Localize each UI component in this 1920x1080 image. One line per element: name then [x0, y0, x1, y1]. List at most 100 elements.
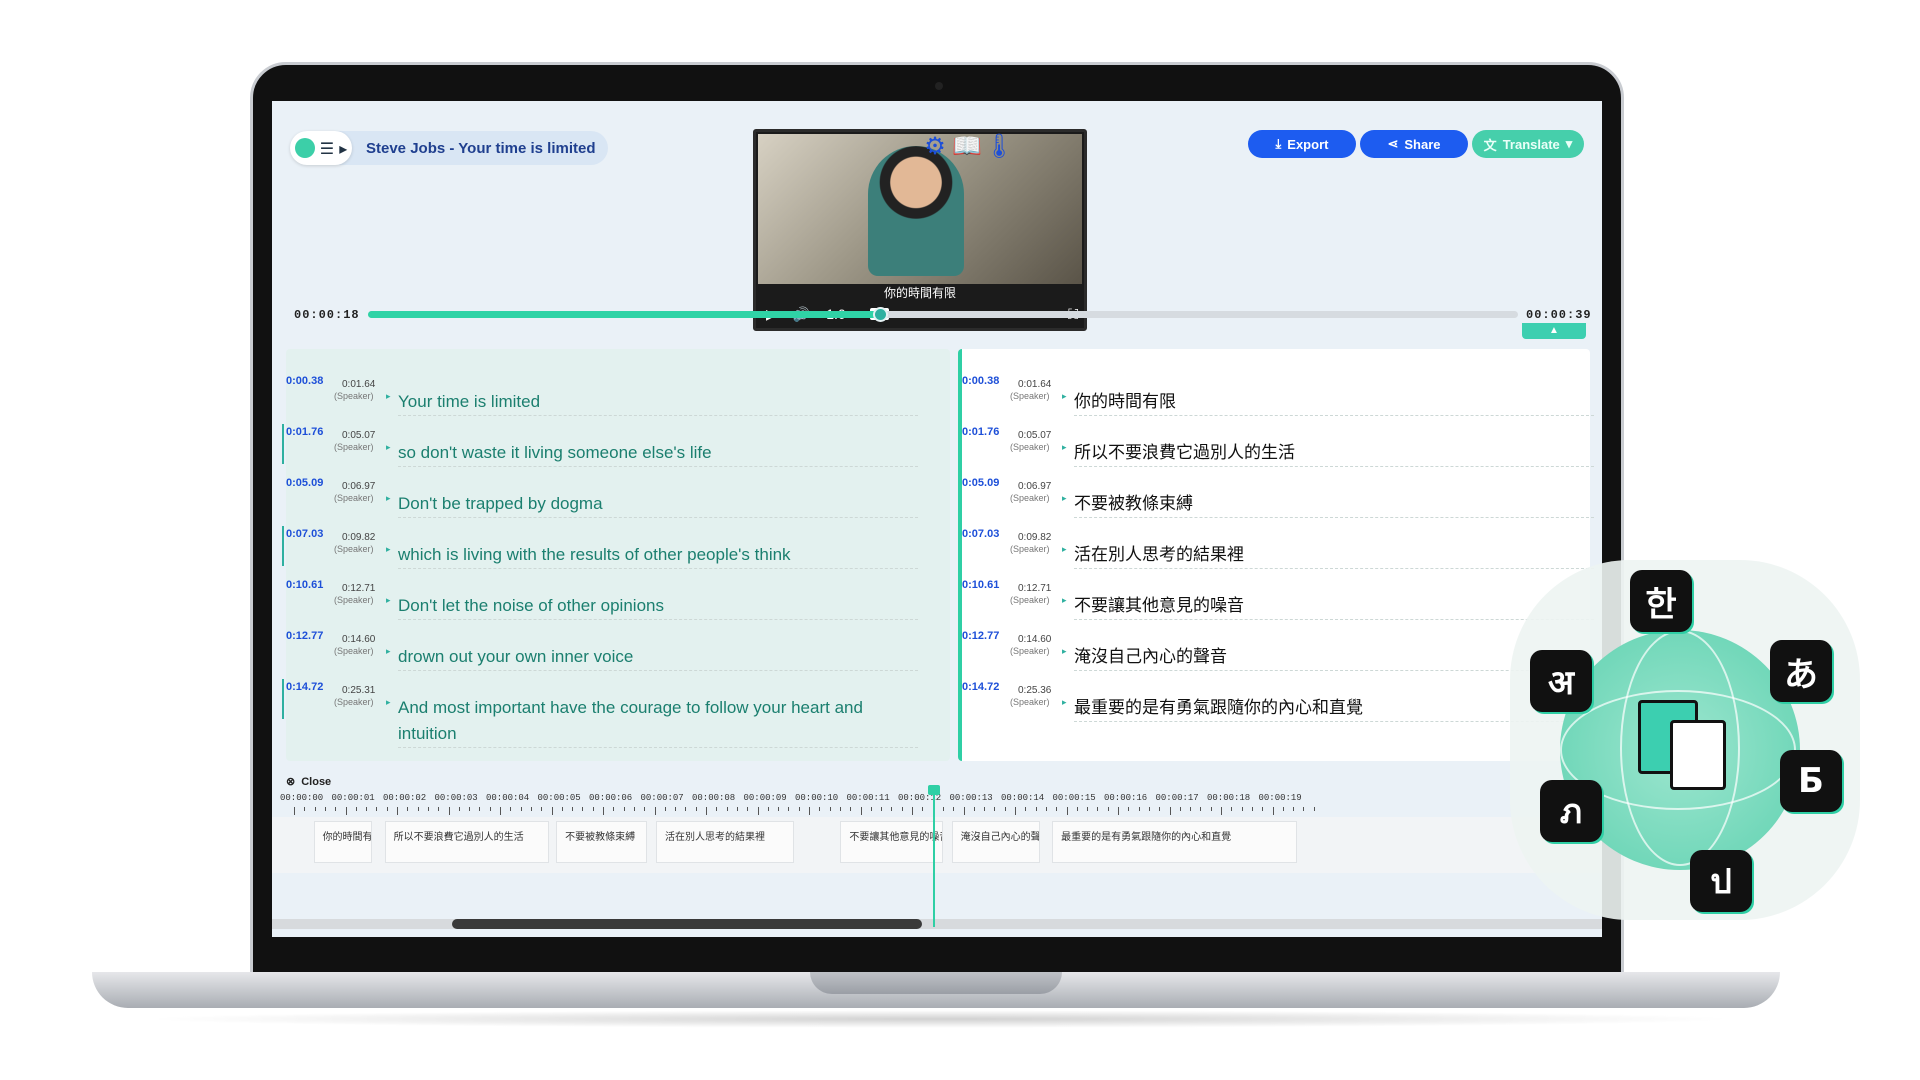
start-time[interactable]: 0:14.72 — [962, 681, 999, 693]
expand-caret-icon[interactable]: ▸ — [1062, 595, 1067, 606]
transcript-text[interactable]: 最重要的是有勇氣跟隨你的內心和直覺 — [1074, 695, 1574, 721]
end-time[interactable]: 0:14.60 — [1018, 634, 1051, 645]
thermometer-icon[interactable]: 🌡 — [984, 131, 1014, 161]
start-time[interactable]: 0:07.03 — [962, 528, 999, 540]
speaker-label[interactable]: (Speaker) — [334, 442, 374, 452]
start-time[interactable]: 0:10.61 — [286, 579, 323, 591]
timeline-clip[interactable]: 你的時間有限 — [313, 821, 373, 863]
expand-caret-icon[interactable]: ▸ — [1062, 493, 1067, 504]
timeline-clip[interactable]: 不要被教條束縛 — [556, 821, 647, 863]
timeline-clip[interactable]: 活在別人思考的結果裡 — [656, 821, 794, 863]
end-time[interactable]: 0:05.07 — [342, 430, 375, 441]
transcript-row[interactable]: 0:05.09 0:06.97 (Speaker) ▸ Don't be trapped… — [286, 469, 950, 518]
start-time[interactable]: 0:01.76 — [962, 426, 999, 438]
transcript-text[interactable]: Don't be trapped by dogma — [398, 491, 898, 517]
speaker-label[interactable]: (Speaker) — [1010, 493, 1050, 503]
export-button[interactable]: ⤓ Export — [1248, 130, 1356, 158]
speaker-label[interactable]: (Speaker) — [334, 646, 374, 656]
collapse-player-button[interactable]: ▲ — [1522, 323, 1586, 339]
transcript-row[interactable]: 0:07.03 0:09.82 (Speaker) ▸ 活在別人思考的結果裡 — [962, 520, 1594, 569]
timeline-clip[interactable]: 所以不要浪費它過別人的生活 — [384, 821, 550, 863]
speaker-label[interactable]: (Speaker) — [1010, 595, 1050, 605]
progress-knob[interactable] — [872, 307, 888, 322]
expand-caret-icon[interactable]: ▸ — [1062, 646, 1067, 657]
transcript-row[interactable]: 0:12.77 0:14.60 (Speaker) ▸ 淹沒自己內心的聲音 — [962, 622, 1594, 671]
speaker-label[interactable]: (Speaker) — [334, 493, 374, 503]
speaker-label[interactable]: (Speaker) — [334, 391, 374, 401]
transcript-row[interactable]: 0:12.77 0:14.60 (Speaker) ▸ drown out your o… — [286, 622, 950, 671]
share-button[interactable]: ⋖ Share — [1360, 130, 1468, 158]
end-time[interactable]: 0:06.97 — [1018, 481, 1051, 492]
end-time[interactable]: 0:25.36 — [1018, 685, 1051, 696]
speaker-label[interactable]: (Speaker) — [334, 544, 374, 554]
speaker-label[interactable]: (Speaker) — [1010, 697, 1050, 707]
start-time[interactable]: 0:05.09 — [286, 477, 323, 489]
expand-caret-icon[interactable]: ▸ — [1062, 697, 1067, 708]
transcript-text[interactable]: 淹沒自己內心的聲音 — [1074, 644, 1574, 670]
expand-caret-icon[interactable]: ▸ — [386, 646, 391, 657]
start-time[interactable]: 0:07.03 — [286, 528, 323, 540]
transcript-text[interactable]: drown out your own inner voice — [398, 644, 898, 670]
dictionary-icon[interactable]: 📖 — [952, 131, 982, 161]
end-time[interactable]: 0:01.64 — [1018, 379, 1051, 390]
speaker-label[interactable]: (Speaker) — [1010, 646, 1050, 656]
start-time[interactable]: 0:10.61 — [962, 579, 999, 591]
end-time[interactable]: 0:01.64 — [342, 379, 375, 390]
expand-caret-icon[interactable]: ▸ — [386, 697, 391, 708]
timeline-scrollbar[interactable] — [452, 919, 922, 929]
transcript-row[interactable]: 0:01.76 0:05.07 (Speaker) ▸ 所以不要浪費它過別人的生活 — [962, 418, 1594, 467]
speaker-label[interactable]: (Speaker) — [1010, 391, 1050, 401]
transcript-row[interactable]: 0:14.72 0:25.36 (Speaker) ▸ 最重要的是有勇氣跟隨你的內心和直… — [962, 673, 1594, 722]
transcript-row[interactable]: 0:10.61 0:12.71 (Speaker) ▸ Don't let the no… — [286, 571, 950, 620]
end-time[interactable]: 0:06.97 — [342, 481, 375, 492]
start-time[interactable]: 0:01.76 — [286, 426, 323, 438]
speaker-label[interactable]: (Speaker) — [1010, 442, 1050, 452]
expand-caret-icon[interactable]: ▸ — [386, 544, 391, 555]
transcript-text[interactable]: And most important have the courage to f… — [398, 695, 898, 747]
transcript-row[interactable]: 0:14.72 0:25.31 (Speaker) ▸ And most importa… — [282, 673, 950, 748]
end-time[interactable]: 0:05.07 — [1018, 430, 1051, 441]
start-time[interactable]: 0:00.38 — [286, 375, 323, 387]
start-time[interactable]: 0:12.77 — [962, 630, 999, 642]
end-time[interactable]: 0:25.31 — [342, 685, 375, 696]
translate-button[interactable]: 文 Translate ▾ — [1472, 130, 1584, 158]
start-time[interactable]: 0:00.38 — [962, 375, 999, 387]
timeline-clip[interactable]: 淹沒自己內心的聲音 — [951, 821, 1040, 863]
timeline-clip[interactable]: 最重要的是有勇氣跟隨你的內心和直覺 — [1052, 821, 1298, 863]
expand-caret-icon[interactable]: ▸ — [1062, 391, 1067, 402]
settings-icon[interactable]: ⚙ — [920, 131, 950, 161]
progress-track[interactable] — [368, 307, 1518, 322]
transcript-row[interactable]: 0:01.76 0:05.07 (Speaker) ▸ so don't waste i… — [282, 418, 950, 467]
start-time[interactable]: 0:12.77 — [286, 630, 323, 642]
transcript-row[interactable]: 0:00.38 0:01.64 (Speaker) ▸ Your time is lim… — [286, 367, 950, 416]
end-time[interactable]: 0:09.82 — [1018, 532, 1051, 543]
timeline-clip[interactable]: 不要讓其他意見的噪音 — [840, 821, 943, 863]
expand-caret-icon[interactable]: ▸ — [386, 442, 391, 453]
transcript-text[interactable]: so don't waste it living someone else's … — [398, 440, 898, 466]
expand-caret-icon[interactable]: ▸ — [386, 391, 391, 402]
transcript-row[interactable]: 0:07.03 0:09.82 (Speaker) ▸ which is living … — [282, 520, 950, 569]
end-time[interactable]: 0:12.71 — [342, 583, 375, 594]
transcript-text[interactable]: 所以不要浪費它過別人的生活 — [1074, 440, 1574, 466]
expand-caret-icon[interactable]: ▸ — [386, 493, 391, 504]
expand-caret-icon[interactable]: ▸ — [1062, 442, 1067, 453]
transcript-row[interactable]: 0:10.61 0:12.71 (Speaker) ▸ 不要讓其他意見的噪音 — [962, 571, 1594, 620]
end-time[interactable]: 0:14.60 — [342, 634, 375, 645]
speaker-label[interactable]: (Speaker) — [334, 697, 374, 707]
transcript-text[interactable]: 活在別人思考的結果裡 — [1074, 542, 1574, 568]
transcript-row[interactable]: 0:05.09 0:06.97 (Speaker) ▸ 不要被教條束縛 — [962, 469, 1594, 518]
start-time[interactable]: 0:14.72 — [286, 681, 323, 693]
end-time[interactable]: 0:09.82 — [342, 532, 375, 543]
end-time[interactable]: 0:12.71 — [1018, 583, 1051, 594]
speaker-label[interactable]: (Speaker) — [334, 595, 374, 605]
expand-caret-icon[interactable]: ▸ — [1062, 544, 1067, 555]
close-timeline-button[interactable]: ⊗ Close — [286, 775, 331, 789]
expand-caret-icon[interactable]: ▸ — [386, 595, 391, 606]
transcript-text[interactable]: 你的時間有限 — [1074, 389, 1574, 415]
start-time[interactable]: 0:05.09 — [962, 477, 999, 489]
menu-button[interactable]: ☰ ▸ — [290, 131, 352, 165]
transcript-text[interactable]: Your time is limited — [398, 389, 898, 415]
speaker-label[interactable]: (Speaker) — [1010, 544, 1050, 554]
transcript-text[interactable]: 不要被教條束縛 — [1074, 491, 1574, 517]
playhead[interactable] — [933, 787, 935, 927]
